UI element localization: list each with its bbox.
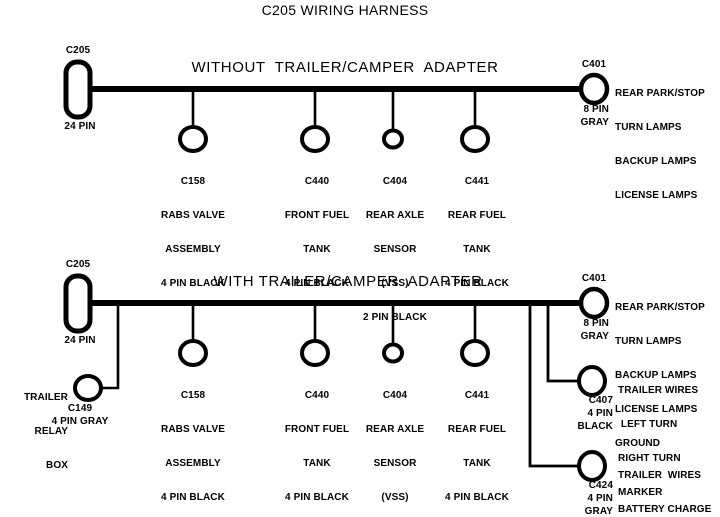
branch-label-c441-bottom: C441 REAR FUEL TANK 4 PIN BLACK [445, 368, 509, 517]
branch-label-c404-bottom: C404 REAR AXLE SENSOR (VSS) 2 PIN BLACK [363, 368, 427, 517]
connector-id-c440-bottom: C440 [304, 389, 330, 401]
connector-id-c404-bottom: C404 [382, 389, 408, 401]
connector-spec-c149: 4 PIN GRAY [51, 416, 109, 427]
connector-c401-top [578, 72, 610, 106]
connector-id-c440-top: C440 [304, 175, 330, 187]
connector-c407 [577, 365, 607, 397]
connector-c424 [577, 450, 607, 482]
connector-id-c404-top: C404 [382, 175, 408, 187]
branch-desc-line: FRONT FUEL [284, 423, 350, 435]
branch-desc-line: 2 PIN BLACK [363, 312, 427, 324]
branch-label-c404-top: C404 REAR AXLE SENSOR (VSS) 2 PIN BLACK [363, 154, 427, 347]
page-title: C205 WIRING HARNESS [261, 2, 429, 18]
branch-desc-line: 4 PIN BLACK [445, 492, 509, 504]
connector-id-c205-bottom: C205 [65, 259, 91, 270]
connector-c404-bottom [382, 342, 404, 364]
relay-box-label: TRAILER RELAY BOX [24, 370, 68, 494]
connector-c440-bottom [300, 339, 330, 367]
connector-id-c158-bottom: C158 [180, 389, 206, 401]
connector-id-c205-top: C205 [65, 45, 91, 56]
connector-c205-bottom [63, 273, 93, 334]
connector-pins-c401-top: 8 PIN [583, 104, 609, 115]
terminal-desc-line: LICENSE LAMPS [615, 190, 698, 202]
branch-desc-line: 4 PIN BLACK [285, 492, 349, 504]
relay-label-line: BOX [46, 459, 68, 471]
drop-desc-c424: TRAILER WIRES BATTERY CHARGE BACKUP BRAK… [618, 448, 711, 517]
section-heading-without-adapter: WITHOUT TRAILER/CAMPER ADAPTER [191, 59, 499, 76]
connector-id-c401-top: C401 [581, 59, 607, 70]
branch-desc-line: TANK [303, 243, 331, 255]
branch-desc-line: SENSOR [373, 243, 417, 255]
connector-c404-top [382, 128, 404, 150]
branch-desc-line: ASSEMBLY [165, 457, 221, 469]
drop-desc-line: BATTERY CHARGE [618, 503, 712, 515]
branch-desc-line: REAR FUEL [447, 423, 507, 435]
section-heading-with-adapter: WITH TRAILER/CAMPER ADAPTER [213, 273, 483, 290]
branch-desc-line: SENSOR [373, 457, 417, 469]
branch-desc-line: REAR AXLE [365, 423, 425, 435]
connector-color-c401-top: GRAY [580, 117, 609, 128]
terminal-desc-line: TURN LAMPS [615, 335, 682, 347]
connector-pins-c205-top: 24 PIN [64, 121, 96, 132]
connector-c440-top [300, 125, 330, 153]
connector-color-c424: GRAY [584, 506, 613, 517]
branch-label-c440-bottom: C440 FRONT FUEL TANK 4 PIN BLACK [285, 368, 349, 517]
connector-id-c424: C424 [588, 480, 613, 491]
branch-label-c158-bottom: C158 RABS VALVE ASSEMBLY 4 PIN BLACK [161, 368, 225, 517]
branch-desc-line: TANK [463, 243, 491, 255]
connector-color-c407: BLACK [577, 421, 613, 432]
branch-line-c407 [546, 303, 578, 383]
wiring-harness-diagram: C205 WIRING HARNESS WITHOUT TRAILER/CAMP… [0, 0, 720, 517]
branch-desc-line: TANK [463, 457, 491, 469]
branch-line-c149 [98, 303, 120, 390]
connector-id-c441-bottom: C441 [464, 389, 490, 401]
branch-desc-line: FRONT FUEL [284, 209, 350, 221]
connector-c158-top [178, 125, 208, 153]
drop-desc-line: LEFT TURN [618, 418, 678, 430]
branch-desc-line: (VSS) [381, 492, 409, 504]
branch-desc-line: RABS VALVE [161, 423, 225, 435]
connector-color-c401-bottom: GRAY [580, 331, 609, 342]
connector-c158-bottom [178, 339, 208, 367]
branch-desc-line: REAR AXLE [365, 209, 425, 221]
connector-pins-c401-bottom: 8 PIN [583, 318, 609, 329]
harness-wire-graphics [63, 59, 610, 482]
drop-desc-line: TRAILER WIRES [618, 469, 702, 481]
connector-pins-c205-bottom: 24 PIN [64, 335, 96, 346]
terminal-desc-line: TURN LAMPS [615, 121, 682, 133]
branch-desc-line: TANK [303, 457, 331, 469]
connector-pins-c424: 4 PIN [587, 493, 613, 504]
connector-id-c149: C149 [67, 403, 93, 414]
terminal-desc-line: BACKUP LAMPS [615, 155, 697, 167]
branch-desc-line: RABS VALVE [161, 209, 225, 221]
terminal-desc-line: REAR PARK/STOP [615, 301, 705, 313]
connector-id-c401-bottom: C401 [581, 273, 607, 284]
branch-line-c424 [528, 303, 578, 468]
branch-desc-line: ASSEMBLY [165, 243, 221, 255]
connector-c441-top [460, 125, 490, 153]
connector-c401-bottom [578, 286, 610, 320]
connector-id-c407: C407 [588, 395, 613, 406]
branch-desc-line: 4 PIN BLACK [161, 492, 225, 504]
connector-pins-c407: 4 PIN [587, 408, 613, 419]
drop-desc-line: TRAILER WIRES [618, 384, 699, 396]
terminal-desc-line: REAR PARK/STOP [615, 87, 705, 99]
relay-label-line: TRAILER [23, 391, 68, 403]
connector-id-c158-top: C158 [180, 175, 206, 187]
branch-desc-line: REAR FUEL [447, 209, 507, 221]
connector-id-c441-top: C441 [464, 175, 490, 187]
terminal-desc-c401-top: REAR PARK/STOP TURN LAMPS BACKUP LAMPS L… [615, 66, 705, 224]
connector-c205-top [63, 59, 93, 120]
connector-c149 [73, 374, 103, 402]
connector-c441-bottom [460, 339, 490, 367]
